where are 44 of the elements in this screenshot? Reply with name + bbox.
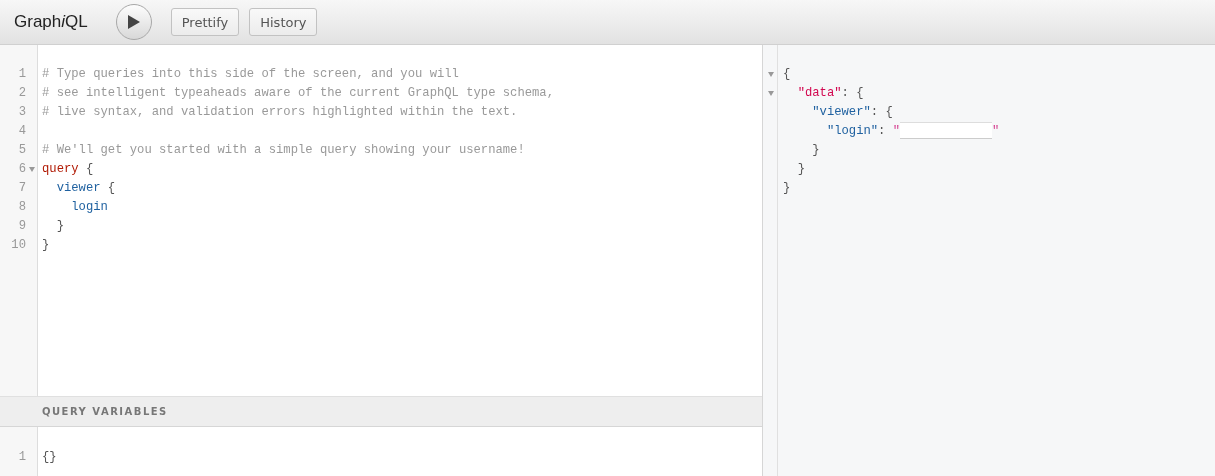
code-punctuation: : { xyxy=(870,105,893,119)
play-icon xyxy=(126,14,141,30)
code-punctuation: { xyxy=(85,162,94,176)
line-number: 5 xyxy=(17,142,26,159)
code-field: "viewer" xyxy=(812,105,871,119)
json-string: " xyxy=(892,124,901,138)
json-string: " xyxy=(992,124,1000,138)
line-number: 1 xyxy=(17,449,26,466)
line-number: 9 xyxy=(17,218,26,235)
code-comment: # We'll get you started with a simple query showing your username! xyxy=(42,143,525,157)
line-number: 6 xyxy=(17,161,26,178)
fold-arrow-icon[interactable] xyxy=(28,167,35,172)
code-punctuation: { xyxy=(783,67,791,81)
code-field: "login" xyxy=(826,124,879,138)
app-logo: GraphiQL xyxy=(14,12,88,32)
toolbar-button[interactable]: Prettify xyxy=(170,8,240,36)
code-field: login xyxy=(71,200,108,214)
json-key: "data" xyxy=(797,86,842,100)
code-punctuation: } xyxy=(797,162,805,176)
line-number: 10 xyxy=(10,237,26,254)
code-punctuation: } xyxy=(783,181,791,195)
code-punctuation: { xyxy=(107,181,116,195)
code-punctuation: } xyxy=(812,143,820,157)
line-number: 1 xyxy=(17,66,26,83)
line-number: 2 xyxy=(17,85,26,102)
code-comment: # see intelligent typeaheads aware of the current GraphQL type schema, xyxy=(42,86,554,100)
code-keyword: query xyxy=(42,162,79,176)
code-comment: # Type queries into this side of the screen, and you will xyxy=(42,67,459,81)
code-punctuation: } xyxy=(42,238,50,252)
line-number: 8 xyxy=(17,199,26,216)
line-number: 3 xyxy=(17,104,26,121)
code-field: viewer xyxy=(56,181,101,195)
run-button[interactable] xyxy=(115,4,152,40)
line-number: 7 xyxy=(17,180,26,197)
line-number: 4 xyxy=(17,123,26,140)
code-punctuation: : { xyxy=(841,86,864,100)
code-punctuation: {} xyxy=(42,450,57,464)
panel-header[interactable]: QUERY VARIABLES xyxy=(0,396,762,427)
fold-arrow-icon[interactable] xyxy=(768,72,774,77)
toolbar-button[interactable]: History xyxy=(249,8,318,36)
fold-arrow-icon[interactable] xyxy=(768,91,774,96)
code-punctuation: } xyxy=(56,219,64,233)
code-punctuation: : xyxy=(878,124,887,138)
code-comment: # live syntax, and validation errors highlighted within the text. xyxy=(42,105,518,119)
